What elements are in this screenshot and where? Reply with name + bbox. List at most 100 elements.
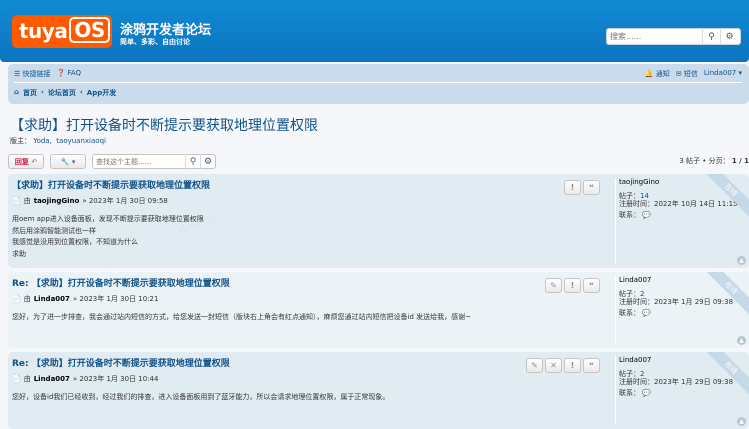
post-title[interactable]: Re: 【求助】打开设备时不断提示要获取地理位置权限 [12,276,602,289]
posts-count[interactable]: 2 [640,370,644,378]
post-date: » 2023年 1月 30日 10:21 [72,295,159,303]
gear-icon[interactable]: ⚙ [720,29,738,44]
search-icon[interactable]: ⚲ [185,154,200,169]
content-line: 您好，设备id我们已经收到，经过我们的排查，进入设备面板用到了蓝牙能力，所以会请… [12,393,390,401]
tuya-logo[interactable]: tuya OS [12,15,112,48]
post: Re: 【求助】打开设备时不断提示要获取地理位置权限 📄 由 Linda007 … [8,272,749,348]
by-label: 由 [23,375,31,383]
breadcrumb-forum-index[interactable]: 论坛首页 [48,88,76,98]
posts-count[interactable]: 14 [640,192,649,200]
joined-date: 2022年 10月 14日 11:15 [654,200,738,208]
back-to-top-icon[interactable]: ▲ [737,417,746,426]
back-to-top-icon[interactable]: ▲ [737,256,746,265]
hamburger-icon: ☰ [14,70,21,78]
breadcrumb-home[interactable]: 首页 [23,88,37,98]
post: Re: 【求助】打开设备时不断提示要获取地理位置权限 📄 由 Linda007 … [8,352,749,429]
site-description: 简单、多彩、自由讨论 [120,38,190,46]
caret-down-icon: ▾ [71,157,76,166]
nav-bar: ☰ 快捷链接 ❓ FAQ 🔔 通知 ✉ 短信 Linda007 ▾ ⌂ 首页 ‹… [8,64,749,104]
topic-tools-button[interactable]: 🔧 ▾ [50,154,86,169]
notifications-link[interactable]: 🔔 通知 [645,69,670,79]
site-search-input[interactable] [607,30,702,43]
breadcrumb-separator: ‹ [79,88,83,96]
messages-label: 短信 [683,70,698,78]
post-date: » 2023年 1月 30日 10:44 [72,375,159,383]
gear-icon[interactable]: ⚙ [200,154,215,169]
quote-button[interactable]: ❝ [583,278,600,293]
joined-date: 2023年 1月 29日 09:38 [654,298,734,306]
site-header: tuyaOS 涂鸦开发者论坛 简单、多彩、自由讨论 ⚲ ⚙ [0,0,749,62]
file-icon: 📄 [12,375,21,383]
report-button[interactable]: ! [564,358,581,373]
back-to-top-icon[interactable]: ▲ [737,336,746,345]
moderator-link[interactable]: taoyuanxiaoqi [56,137,106,145]
logo-text: tuya [19,19,68,43]
topic-search-input[interactable] [93,157,185,166]
breadcrumb-app-dev[interactable]: App开发 [87,88,116,98]
by-label: 由 [23,197,31,205]
quote-icon: ❝ [589,281,594,290]
action-bar: 回复 ↶ 🔧 ▾ ⚲ ⚙ 3 帖子 • 分页： 1 / 1 [8,154,749,170]
pagination: 3 帖子 • 分页： 1 / 1 [679,156,749,166]
post: dawater 【求助】打开设备时不断提示要获取地理位置权限 📄 由 taoji… [8,174,749,268]
bell-icon: 🔔 [644,70,654,78]
post-author[interactable]: Linda007 [34,375,70,383]
post-title[interactable]: 【求助】打开设备时不断提示要获取地理位置权限 [12,178,602,191]
content-line: 您好，为了进一步排查，我会通过站内短信的方式，给您发送一封短信（版块右上角会有红… [12,313,471,321]
moderator-link[interactable]: Yoda, [33,137,52,145]
post-body: 【求助】打开设备时不断提示要获取地理位置权限 📄 由 taojingGino »… [12,178,602,260]
close-icon: ✕ [550,361,557,370]
user-menu[interactable]: Linda007 ▾ [704,69,742,79]
topic-title[interactable]: 【求助】打开设备时不断提示要获取地理位置权限 [10,115,318,135]
content-line: 我感觉是没用到位置权限，不知道为什么 [12,238,138,246]
file-icon: 📄 [12,295,21,303]
content-line: 然后用涂鸦智能测试也一样 [12,226,96,235]
edit-button[interactable]: ✎ [526,358,543,373]
search-icon[interactable]: ⚲ [702,29,720,44]
quote-icon: ❝ [589,183,594,192]
post-buttons: ✎ ✕ ! ❝ [526,358,600,373]
chat-bubble-icon[interactable]: 💬 [642,211,651,219]
logo-os: OS [69,17,110,43]
nav-links-row: ☰ 快捷链接 ❓ FAQ 🔔 通知 ✉ 短信 Linda007 ▾ [14,69,742,81]
chat-bubble-icon[interactable]: 💬 [642,309,651,317]
post-content: 您好，设备id我们已经收到，经过我们的排查，进入设备面板用到了蓝牙能力，所以会请… [12,392,602,404]
messages-link[interactable]: ✉ 短信 [676,69,698,79]
posts-count[interactable]: 2 [640,290,644,298]
exclamation-icon: ! [570,183,575,192]
page-number: 1 / 1 [731,157,749,165]
contact-label: 联系： [619,309,640,317]
reply-label: 回复 [14,157,29,166]
report-button[interactable]: ! [564,278,581,293]
quote-icon: ❝ [589,361,594,370]
post-title[interactable]: Re: 【求助】打开设备时不断提示要获取地理位置权限 [12,356,602,369]
post-author[interactable]: Linda007 [34,295,70,303]
chat-bubble-icon[interactable]: 💬 [642,389,651,397]
post-content: 用oem app进入设备面板，发现不断提示要获取地理位置权限 然后用涂鸦智能测试… [12,214,602,260]
post-buttons: ! ❝ [564,180,600,195]
delete-button[interactable]: ✕ [545,358,562,373]
post-author-line: 📄 由 taojingGino » 2023年 1月 30日 09:58 [12,196,602,206]
post-body: Re: 【求助】打开设备时不断提示要获取地理位置权限 📄 由 Linda007 … [12,356,602,404]
reply-button[interactable]: 回复 ↶ [8,154,44,169]
quick-links-menu[interactable]: ☰ 快捷链接 [14,69,51,79]
username: Linda007 [703,69,737,77]
post-author[interactable]: taojingGino [34,197,80,205]
exclamation-icon: ! [570,361,575,370]
faq-link[interactable]: ❓ FAQ [57,69,82,79]
nav-divider [14,82,742,83]
joined-label: 注册时间： [619,200,654,208]
posts-label: 帖子： [619,370,640,378]
content-line: 求助 [12,249,26,258]
post-author-line: 📄 由 Linda007 » 2023年 1月 30日 10:21 [12,294,602,304]
moderators-label: 版主： [10,137,31,145]
post-content: 您好，为了进一步排查，我会通过站内短信的方式，给您发送一封短信（版块右上角会有红… [12,312,602,324]
pencil-icon: ✎ [550,281,557,290]
edit-button[interactable]: ✎ [545,278,562,293]
quote-button[interactable]: ❝ [583,358,600,373]
contact-label: 联系： [619,211,640,219]
quote-button[interactable]: ❝ [583,180,600,195]
posts-label: 帖子： [619,192,640,200]
report-button[interactable]: ! [564,180,581,195]
inbox-icon: ✉ [675,70,682,78]
